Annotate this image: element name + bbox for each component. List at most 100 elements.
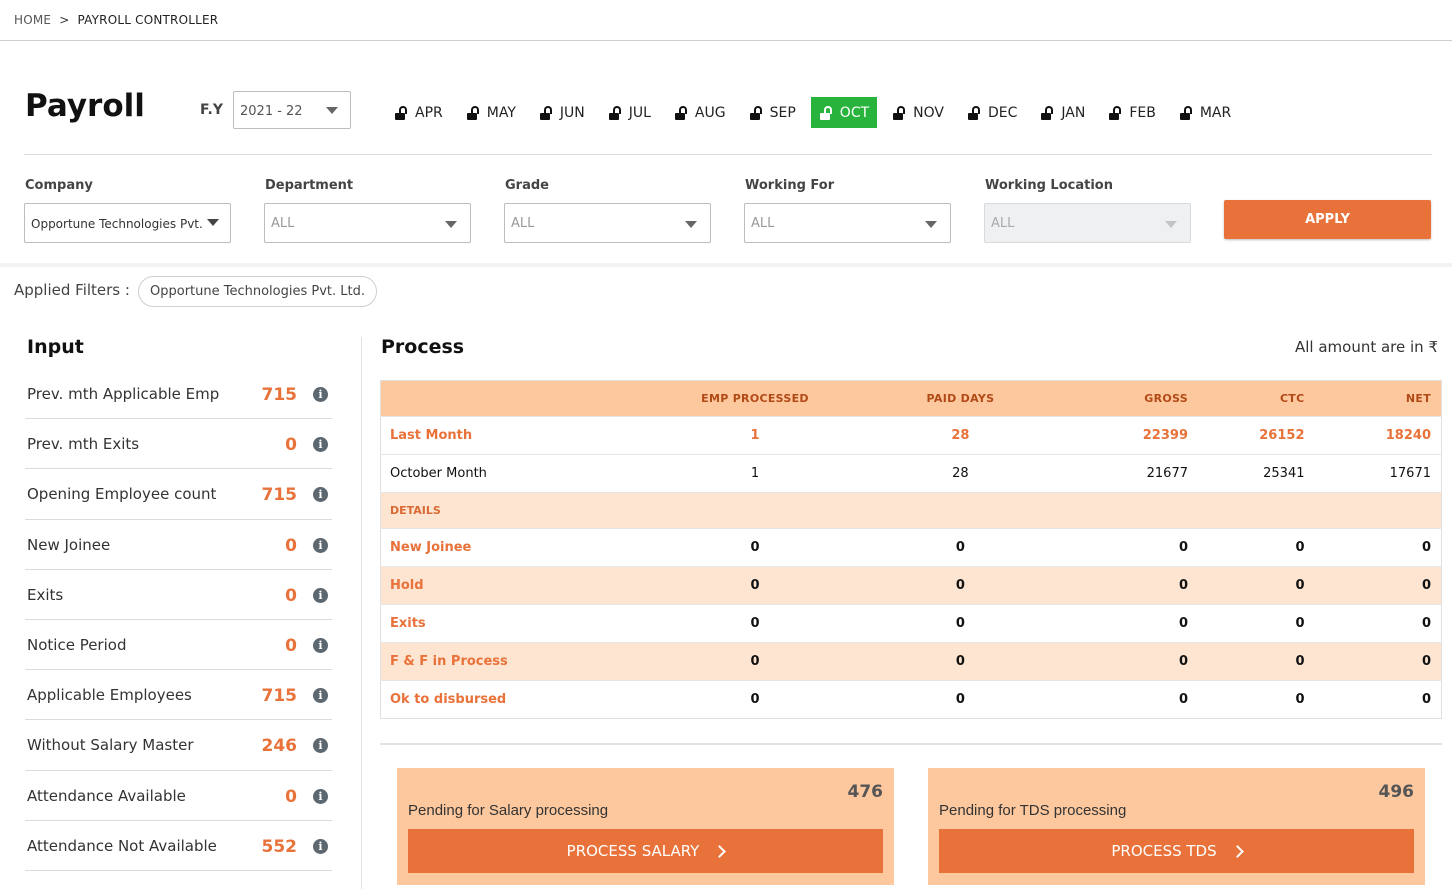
info-icon[interactable]: i — [313, 587, 328, 603]
column-header: EMP PROCESSED — [651, 380, 859, 417]
table-cell: 0 — [858, 680, 1063, 719]
input-section-title: Input — [27, 336, 84, 358]
table-cell: 0 — [651, 604, 859, 643]
info-icon[interactable]: i — [313, 738, 328, 754]
company-select[interactable]: Opportune Technologies Pvt. Ltd. — [24, 203, 231, 243]
month-tab-feb[interactable]: FEB — [1100, 97, 1164, 128]
table-cell: 1 — [651, 454, 859, 493]
table-row: Ok to disbursed 0 0 0 0 0 — [380, 680, 1442, 719]
info-icon[interactable]: i — [313, 788, 328, 804]
input-row-value[interactable]: 0 — [285, 435, 297, 455]
input-row-value[interactable]: 0 — [285, 636, 297, 656]
month-tab-aug[interactable]: AUG — [666, 97, 734, 128]
chevron-down-icon — [207, 219, 219, 226]
detail-row-label[interactable]: New Joinee — [380, 528, 652, 567]
info-icon[interactable]: i — [313, 487, 328, 503]
table-cell: 0 — [1198, 642, 1315, 681]
month-label: MAR — [1199, 104, 1232, 121]
unlock-icon — [466, 105, 479, 120]
info-icon[interactable]: i — [313, 688, 328, 704]
unlock-icon — [749, 105, 762, 120]
input-row-value[interactable]: 246 — [262, 736, 298, 756]
input-row-value[interactable]: 715 — [262, 385, 298, 405]
detail-row-label[interactable]: Hold — [380, 566, 652, 605]
info-icon[interactable]: i — [313, 537, 328, 553]
department-label: Department — [265, 178, 354, 193]
month-label: OCT — [839, 104, 870, 121]
info-icon[interactable]: i — [313, 838, 328, 854]
apply-button[interactable]: APPLY — [1224, 200, 1431, 239]
grade-label: Grade — [505, 178, 549, 193]
detail-row-label[interactable]: F & F in Process — [380, 642, 652, 681]
input-row-value[interactable]: 552 — [262, 837, 298, 857]
input-row-label: Prev. mth Exits — [27, 435, 140, 454]
info-icon[interactable]: i — [313, 637, 328, 653]
input-row: Opening Employee count 715 i — [25, 469, 332, 520]
table-header-row: EMP PROCESSED PAID DAYS GROSS CTC NET — [380, 380, 1442, 417]
fy-select[interactable]: 2021 - 22 — [233, 91, 351, 129]
table-cell: 0 — [1314, 642, 1442, 681]
info-icon[interactable]: i — [313, 387, 328, 402]
input-row-value[interactable]: 715 — [262, 686, 298, 706]
breadcrumb-home-link[interactable]: HOME — [14, 13, 51, 27]
table-cell: 0 — [651, 680, 859, 719]
month-label: APR — [415, 104, 443, 121]
table-row: New Joinee 0 0 0 0 0 — [380, 528, 1442, 567]
input-row-label: Opening Employee count — [27, 485, 217, 504]
pending-tds-card: 496 Pending for TDS processing PROCESS T… — [928, 768, 1425, 885]
input-row: Applicable Employees 715 i — [25, 670, 332, 721]
table-row: F & F in Process 0 0 0 0 0 — [380, 642, 1442, 681]
department-select[interactable]: ALL — [264, 203, 471, 243]
month-tab-apr[interactable]: APR — [386, 97, 451, 128]
table-cell: 0 — [651, 642, 859, 681]
department-select-value: ALL — [271, 216, 295, 231]
unlock-icon — [1109, 105, 1122, 120]
grade-select[interactable]: ALL — [504, 203, 711, 243]
month-tab-jan[interactable]: JAN — [1032, 97, 1093, 128]
table-cell[interactable]: 1 — [651, 416, 859, 455]
month-tab-oct[interactable]: OCT — [810, 97, 878, 128]
process-tds-label: PROCESS TDS — [1111, 842, 1217, 860]
process-salary-button[interactable]: PROCESS SALARY — [408, 829, 883, 873]
month-tab-nov[interactable]: NOV — [884, 97, 952, 128]
fy-select-value: 2021 - 22 — [240, 104, 303, 119]
table-cell[interactable]: 26152 — [1198, 416, 1315, 455]
process-section-title: Process — [381, 336, 465, 358]
chevron-down-icon — [445, 221, 457, 228]
table-cell[interactable]: 18240 — [1314, 416, 1442, 455]
applied-filter-chip: Opportune Technologies Pvt. Ltd. — [138, 276, 378, 307]
page-title: Payroll — [25, 88, 145, 124]
working-for-select[interactable]: ALL — [744, 203, 951, 243]
filter-divider — [0, 263, 1452, 267]
month-tab-mar[interactable]: MAR — [1171, 97, 1239, 128]
month-tab-may[interactable]: MAY — [458, 97, 524, 128]
column-header — [380, 380, 652, 417]
input-row-label: Applicable Employees — [27, 686, 192, 705]
input-row-value[interactable]: 0 — [285, 787, 297, 807]
table-cell: 0 — [1198, 604, 1315, 643]
month-label: JAN — [1061, 104, 1086, 121]
input-row: Exits 0 i — [25, 570, 332, 620]
pending-salary-card: 476 Pending for Salary processing PROCES… — [397, 768, 894, 885]
table-cell[interactable]: 28 — [858, 416, 1063, 455]
table-cell[interactable]: 22399 — [1062, 416, 1198, 455]
month-tab-sep[interactable]: SEP — [741, 97, 804, 128]
detail-row-label[interactable]: Ok to disbursed — [380, 680, 652, 719]
input-row-label: Exits — [27, 585, 64, 604]
company-select-value: Opportune Technologies Pvt. Ltd. — [31, 217, 207, 231]
input-row-value[interactable]: 0 — [285, 536, 297, 556]
month-tab-jul[interactable]: JUL — [600, 97, 659, 128]
month-tab-jun[interactable]: JUN — [531, 97, 593, 128]
details-label: DETAILS — [380, 492, 1442, 529]
month-tab-dec[interactable]: DEC — [959, 97, 1025, 128]
table-cell: 0 — [858, 566, 1063, 605]
process-salary-label: PROCESS SALARY — [566, 842, 700, 860]
last-month-row: Last Month 1 28 22399 26152 18240 — [380, 416, 1442, 455]
input-row-value[interactable]: 715 — [262, 485, 298, 505]
pending-tds-count: 496 — [1378, 782, 1415, 802]
process-tds-button[interactable]: PROCESS TDS — [939, 829, 1414, 873]
input-row-value[interactable]: 0 — [285, 586, 297, 606]
info-icon[interactable]: i — [313, 437, 328, 453]
month-label: FEB — [1129, 104, 1156, 121]
detail-row-label[interactable]: Exits — [380, 604, 652, 643]
